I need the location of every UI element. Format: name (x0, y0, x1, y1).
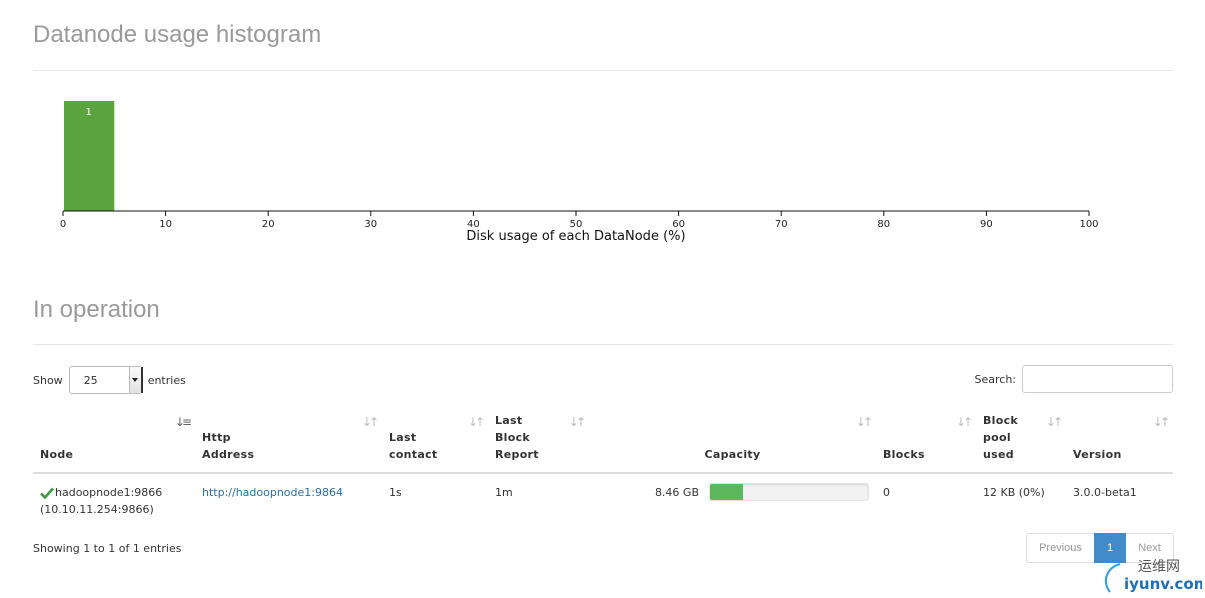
column-header-label: Http Address (202, 431, 255, 461)
in-operation-divider (33, 344, 1173, 345)
node-ip: (10.10.11.254:9866) (40, 503, 154, 516)
http-address-link[interactable]: http://hadoopnode1:9864 (202, 486, 343, 499)
page-length-select[interactable]: 25 (68, 366, 142, 394)
node-name: hadoopnode1:9866 (55, 486, 163, 499)
column-header-last-block-report[interactable]: Last Block Report ↓↑ (488, 412, 589, 474)
cell-capacity: 8.46 GB (589, 473, 876, 518)
column-header-last-contact[interactable]: Last contact ↓↑ (382, 412, 488, 474)
histogram-tick-label: 80 (877, 219, 890, 230)
cell-block-pool-used: 12 KB (0%) (983, 486, 1045, 499)
page-length-value: 25 (83, 373, 98, 387)
column-header-label: Last contact (389, 431, 438, 461)
watermark-logo-swoosh (1104, 562, 1121, 593)
histogram-tick-label: 20 (262, 219, 275, 230)
cell-last-contact: 1s (389, 486, 402, 499)
sort-ascending-icon: ↓≡ (174, 415, 192, 429)
column-header-label: Block pool used (983, 414, 1019, 461)
histogram-tick-label: 30 (364, 219, 377, 230)
column-header-label: Blocks (883, 448, 925, 461)
sort-both-icon: ↓↑ (361, 415, 379, 429)
cell-blocks: 0 (883, 486, 890, 499)
histogram-bar-label: 1 (85, 107, 91, 118)
sort-both-icon: ↓↑ (955, 415, 973, 429)
sort-both-icon: ↓↑ (855, 415, 873, 429)
table-row: hadoopnode1:9866 (10.10.11.254:9866) htt… (33, 473, 1173, 518)
histogram-tick-label: 10 (159, 219, 172, 230)
histogram-x-axis-label: Disk usage of each DataNode (%) (466, 229, 685, 244)
datanode-table: Node ↓≡ Http Address ↓↑ Last contact ↓↑ Last B… (33, 412, 1173, 518)
search-input[interactable] (1022, 365, 1173, 393)
cell-version: 3.0.0-beta1 (1073, 486, 1137, 499)
usage-histogram-chart: 1 0 10 20 30 40 50 60 70 80 90 100 Disk usage of e… (60, 101, 1099, 244)
table-header-row: Node ↓≡ Http Address ↓↑ Last contact ↓↑ Last B… (33, 412, 1173, 474)
column-header-block-pool-used[interactable]: Block pool used ↓↑ (976, 412, 1066, 474)
watermark-cn-text: 运维网 (1138, 559, 1180, 575)
column-header-label: Last Block Report (495, 414, 539, 461)
capacity-value: 8.46 GB (654, 485, 699, 499)
column-header-label: Node (40, 448, 74, 461)
site-watermark: 运维网 iyunv.com (1104, 559, 1202, 593)
sort-both-icon: ↓↑ (1045, 415, 1063, 429)
checkmark-icon (40, 487, 54, 499)
cell-last-block-report: 1m (495, 486, 513, 499)
capacity-progress-bar (709, 483, 869, 501)
caret-down-icon (132, 378, 139, 382)
column-header-label: Capacity (704, 448, 761, 461)
histogram-title: Datanode usage histogram (33, 21, 322, 48)
histogram-tick-label: 100 (1079, 219, 1098, 230)
sort-both-icon: ↓↑ (1152, 415, 1170, 429)
column-header-version[interactable]: Version ↓↑ (1066, 412, 1173, 474)
column-header-blocks[interactable]: Blocks ↓↑ (876, 412, 976, 474)
column-header-capacity[interactable]: Capacity ↓↑ (589, 412, 876, 474)
histogram-tick-label: 70 (775, 219, 788, 230)
table-info: Showing 1 to 1 of 1 entries (33, 542, 182, 555)
show-label: Show (33, 373, 63, 387)
in-operation-title: In operation (33, 296, 160, 323)
histogram-tick-label: 90 (980, 219, 993, 230)
capacity-used-fill (710, 484, 744, 500)
page-length-dropdown-button[interactable] (128, 367, 141, 393)
page-length-control: Show 25 entries (33, 366, 186, 394)
cell-http-address: http://hadoopnode1:9864 (195, 473, 382, 518)
search-control: Search: (974, 365, 1173, 393)
sort-both-icon: ↓↑ (467, 415, 485, 429)
column-header-label: Version (1073, 448, 1122, 461)
column-header-http-address[interactable]: Http Address ↓↑ (195, 412, 382, 474)
histogram-tick-label: 0 (60, 219, 66, 230)
histogram-divider (33, 70, 1173, 71)
column-header-node[interactable]: Node ↓≡ (33, 412, 195, 474)
previous-page-button[interactable]: Previous (1026, 533, 1094, 563)
entries-label: entries (147, 373, 186, 387)
cell-node: hadoopnode1:9866 (10.10.11.254:9866) (33, 473, 195, 518)
search-label: Search: (974, 372, 1017, 386)
sort-both-icon: ↓↑ (568, 415, 586, 429)
watermark-url-text: iyunv.com (1124, 575, 1202, 593)
